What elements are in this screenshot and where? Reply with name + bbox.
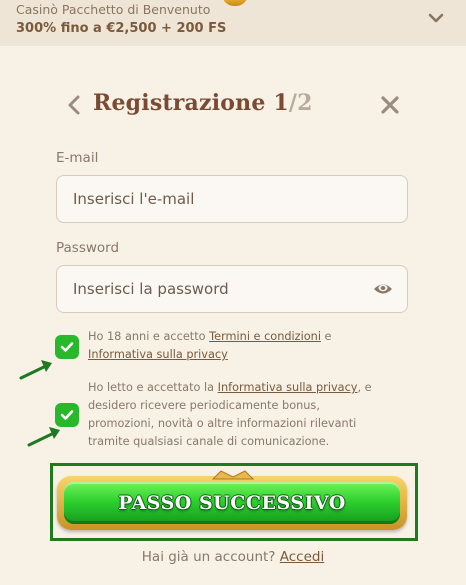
age-consent-text: Ho 18 anni e accetto Termini e condizion…: [88, 328, 388, 364]
privacy-link[interactable]: Informativa sulla privacy: [88, 348, 228, 361]
crown-ornament-icon: [211, 470, 255, 480]
eye-icon[interactable]: [373, 281, 393, 297]
password-label: Password: [56, 240, 120, 256]
chevron-left-icon[interactable]: [66, 94, 82, 116]
arrow-icon: [27, 427, 60, 447]
promo-offer: 300% fino a €2,500 + 200 FS: [16, 21, 227, 36]
chevron-down-icon[interactable]: [428, 12, 444, 24]
promo-gem-decoration: [222, 0, 248, 6]
arrow-icon: [19, 360, 52, 380]
title-text: Registrazione 1: [93, 90, 289, 116]
modal-header: Registrazione 1/2: [0, 90, 466, 122]
page-title: Registrazione 1/2: [93, 90, 313, 116]
password-input[interactable]: [73, 280, 391, 298]
promo-title: Casinò Pacchetto di Benvenuto: [16, 2, 211, 17]
marketing-consent-text: Ho letto e accettato la Informativa sull…: [88, 379, 388, 451]
email-label: E-mail: [56, 150, 99, 166]
privacy-link[interactable]: Informativa sulla privacy: [218, 381, 358, 394]
password-field[interactable]: [56, 265, 408, 313]
checkmark-icon: [60, 342, 74, 352]
promo-banner[interactable]: Casinò Pacchetto di Benvenuto 300% fino …: [0, 0, 466, 46]
login-prompt: Hai già un account? Accedi: [0, 549, 466, 565]
login-link[interactable]: Accedi: [280, 549, 324, 565]
step-separator: /: [288, 90, 298, 116]
age-consent-text-1: Ho 18 anni e accetto: [88, 330, 210, 343]
checkmark-icon: [60, 410, 74, 420]
next-step-label: PASSO SUCCESSIVO: [118, 492, 346, 514]
terms-link[interactable]: Termini e condizioni: [209, 330, 321, 343]
next-step-button[interactable]: PASSO SUCCESSIVO: [57, 476, 407, 530]
email-field[interactable]: [56, 175, 408, 223]
marketing-consent-text-1: Ho letto e accettato la: [88, 381, 218, 394]
login-prompt-text: Hai già un account?: [141, 549, 280, 565]
close-icon[interactable]: [380, 95, 400, 115]
email-input[interactable]: [73, 190, 391, 208]
step-total: 2: [297, 90, 313, 116]
age-consent-checkbox[interactable]: [55, 335, 79, 359]
age-consent-text-2: e: [320, 330, 332, 343]
